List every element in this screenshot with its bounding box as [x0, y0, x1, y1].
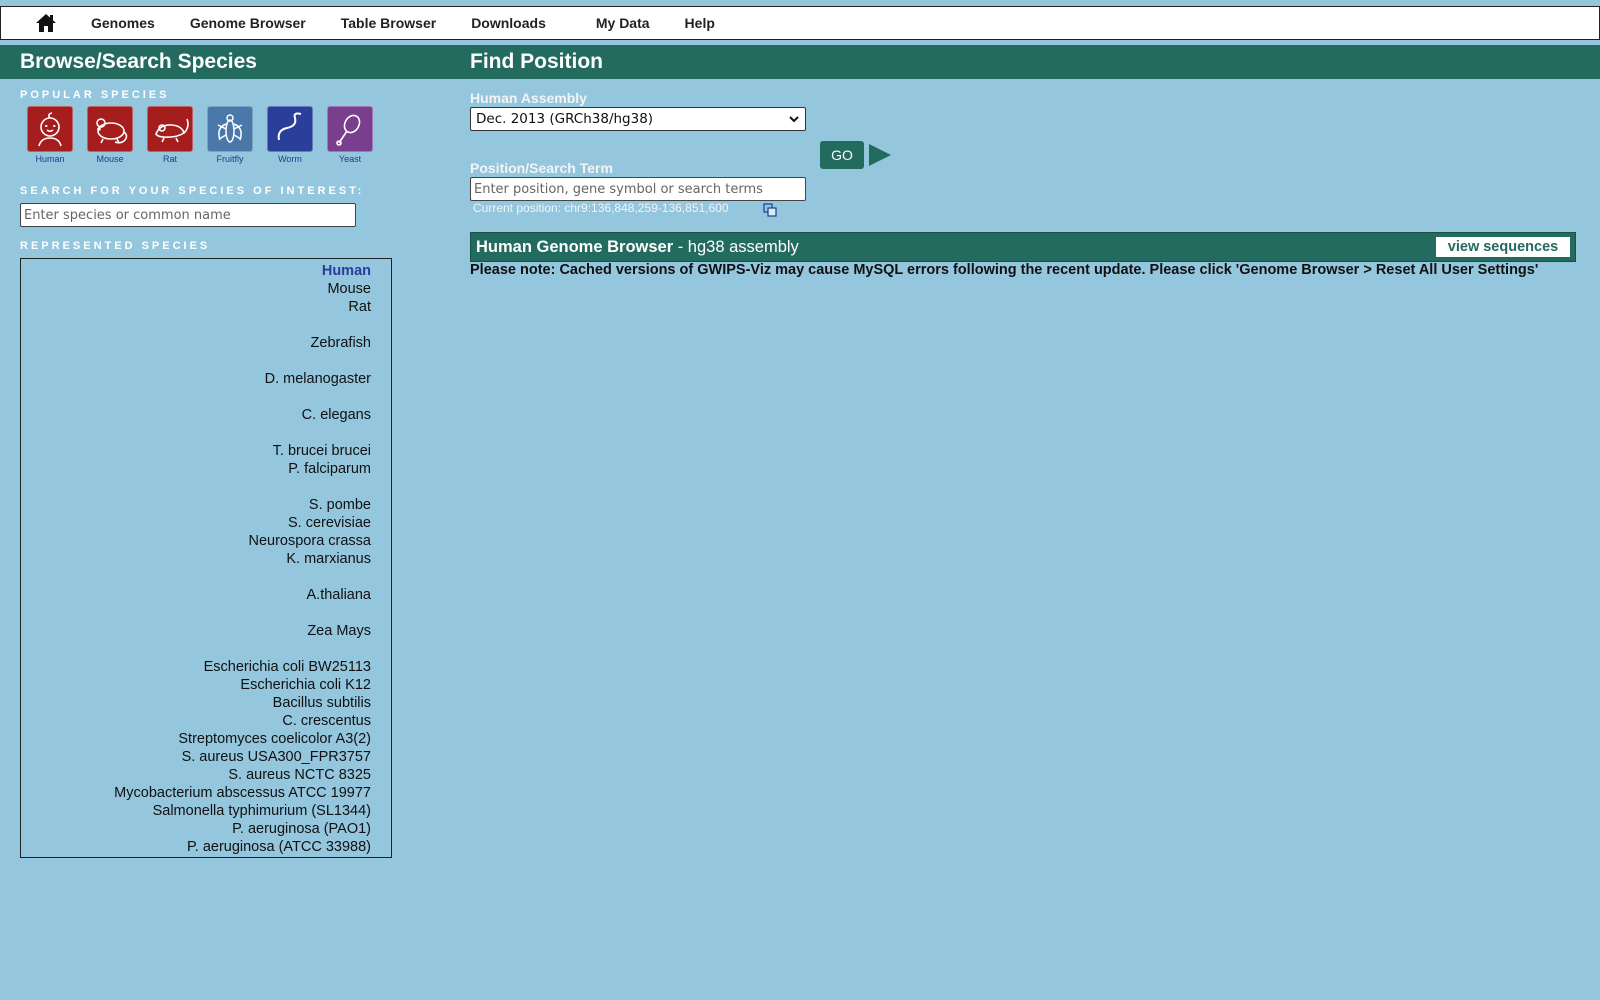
rat-icon	[147, 106, 193, 152]
assembly-label: Human Assembly	[470, 90, 587, 106]
popular-species-mouse[interactable]: Mouse	[80, 106, 140, 164]
popular-species-yeast[interactable]: Yeast	[320, 106, 380, 164]
current-position: Current position: chr9:136,848,259-136,8…	[473, 201, 729, 215]
popular-species-human[interactable]: Human	[20, 106, 80, 164]
fruitfly-icon	[207, 106, 253, 152]
species-item[interactable]: K. marxianus	[286, 551, 371, 567]
species-item[interactable]: P. aeruginosa (PAO1)	[232, 821, 371, 837]
top-nav: Genomes Genome Browser Table Browser Dow…	[0, 6, 1600, 40]
popular-species: Human Mouse Rat Fruitfly Worm Yeast	[20, 106, 380, 164]
species-item[interactable]: D. melanogaster	[265, 371, 371, 387]
popular-species-label: Mouse	[96, 154, 124, 164]
popular-species-label: Rat	[162, 154, 177, 164]
species-search-label: SEARCH FOR YOUR SPECIES OF INTEREST:	[20, 185, 365, 197]
human-icon	[27, 106, 73, 152]
species-search-input[interactable]	[20, 203, 356, 227]
play-arrow-icon[interactable]	[867, 142, 893, 168]
popular-species-label: Fruitfly	[216, 154, 244, 164]
species-item[interactable]: C. elegans	[302, 407, 371, 423]
popular-species-fruitfly[interactable]: Fruitfly	[200, 106, 260, 164]
species-item[interactable]: S. pombe	[309, 497, 371, 513]
represented-species-list[interactable]: Human Mouse Rat Zebrafish D. melanogaste…	[20, 258, 392, 858]
popular-species-label: Worm	[278, 154, 302, 164]
species-item-human[interactable]: Human	[322, 263, 371, 279]
popular-species-label: POPULAR SPECIES	[20, 89, 170, 101]
copy-icon[interactable]	[763, 203, 777, 217]
nav-table-browser[interactable]: Table Browser	[341, 15, 436, 31]
notice-message: Please note: Cached versions of GWIPS-Vi…	[470, 262, 1539, 278]
yeast-icon	[327, 106, 373, 152]
assembly-select-value: Dec. 2013 (GRCh38/hg38)	[476, 111, 654, 127]
species-item[interactable]: Escherichia coli K12	[240, 677, 371, 693]
position-search-input[interactable]	[470, 177, 806, 201]
species-item[interactable]: Neurospora crassa	[249, 533, 372, 549]
species-item[interactable]: P. falciparum	[288, 461, 371, 477]
species-item[interactable]: P. aeruginosa (ATCC 33988)	[187, 839, 371, 855]
species-item[interactable]: Bacillus subtilis	[273, 695, 371, 711]
nav-genomes[interactable]: Genomes	[91, 15, 155, 31]
species-item[interactable]: Streptomyces coelicolor A3(2)	[178, 731, 371, 747]
popular-species-label: Yeast	[338, 154, 362, 164]
popular-species-label: Human	[35, 154, 65, 164]
genome-browser-title[interactable]: Human Genome Browser	[476, 238, 673, 257]
species-item[interactable]: S. cerevisiae	[288, 515, 371, 531]
assembly-select[interactable]: Dec. 2013 (GRCh38/hg38)	[470, 107, 806, 131]
represented-species-label: REPRESENTED SPECIES	[20, 240, 211, 252]
nav-help[interactable]: Help	[685, 15, 715, 31]
species-item[interactable]: S. aureus NCTC 8325	[228, 767, 371, 783]
species-item[interactable]: Escherichia coli BW25113	[204, 659, 371, 675]
species-item[interactable]: Mycobacterium abscessus ATCC 19977	[114, 785, 371, 801]
worm-icon	[267, 106, 313, 152]
home-icon[interactable]	[33, 12, 59, 34]
species-item[interactable]: Salmonella typhimurium (SL1344)	[153, 803, 371, 819]
species-item[interactable]: S. aureus USA300_FPR3757	[182, 749, 371, 765]
nav-downloads[interactable]: Downloads	[471, 15, 546, 31]
nav-genome-browser[interactable]: Genome Browser	[190, 15, 306, 31]
genome-browser-subtitle: - hg38 assembly	[673, 237, 799, 256]
go-button[interactable]: GO	[820, 141, 864, 169]
mouse-icon	[87, 106, 133, 152]
nav-my-data[interactable]: My Data	[596, 15, 650, 31]
species-item[interactable]: C. crescentus	[282, 713, 371, 729]
position-label: Position/Search Term	[470, 160, 613, 176]
species-item[interactable]: Zebrafish	[311, 335, 371, 351]
chevron-down-icon	[789, 116, 799, 123]
species-item[interactable]: A.thaliana	[307, 587, 372, 603]
find-position-header: Find Position	[450, 45, 1600, 79]
popular-species-rat[interactable]: Rat	[140, 106, 200, 164]
popular-species-worm[interactable]: Worm	[260, 106, 320, 164]
species-item[interactable]: Mouse	[327, 281, 371, 297]
genome-browser-bar: Human Genome Browser - hg38 assembly vie…	[470, 232, 1576, 262]
browse-species-header: Browse/Search Species	[0, 45, 450, 79]
species-item[interactable]: Rat	[348, 299, 371, 315]
species-item[interactable]: T. brucei brucei	[273, 443, 371, 459]
species-item[interactable]: Zea Mays	[307, 623, 371, 639]
view-sequences-button[interactable]: view sequences	[1436, 237, 1570, 257]
